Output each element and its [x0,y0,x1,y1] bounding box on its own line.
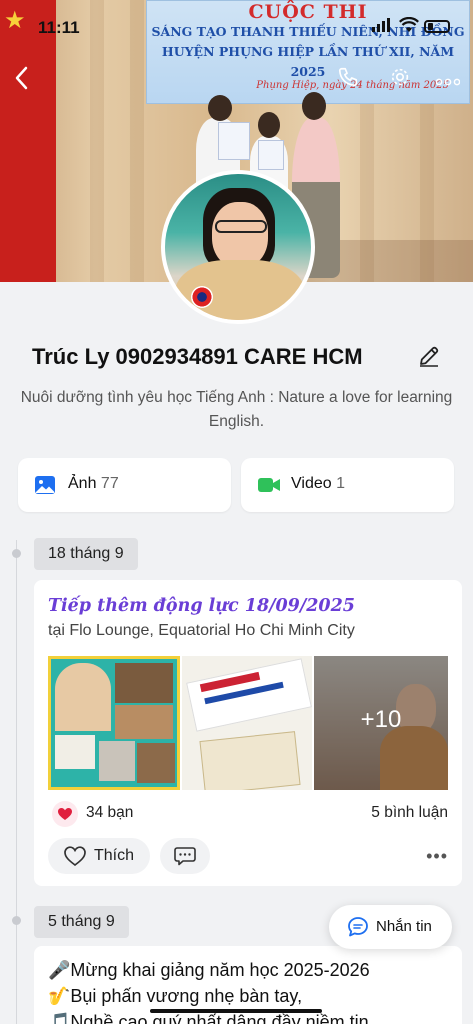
post-photo[interactable] [48,656,180,790]
certificate [218,122,250,160]
date-chip: 5 tháng 9 [34,906,129,938]
chat-bubble-icon [348,917,368,937]
message-label: Nhắn tin [376,918,432,935]
post-photo-more[interactable]: +10 [314,656,448,790]
more-photos-count: +10 [360,706,402,733]
phone-icon[interactable] [334,66,362,94]
post-text-line: 🎵Nghề cao quý nhất dâng đầy niềm tin [48,1012,369,1024]
certificate [258,140,284,170]
avatar-glasses [215,220,267,233]
post-photo[interactable] [182,656,312,790]
profile-avatar[interactable] [161,170,315,324]
photo-icon [35,476,55,494]
battery-icon [424,20,450,33]
comment-icon [174,847,196,866]
videos-label: Video 1 [291,475,345,492]
avatar-flower [191,286,213,308]
like-button[interactable]: Thích [48,838,150,874]
message-button[interactable]: Nhắn tin [329,905,452,949]
heart-outline-icon [64,846,86,867]
signal-icon [372,18,390,32]
comment-button[interactable] [160,838,210,874]
gear-icon[interactable] [386,66,414,94]
post-text-line: 🎷Bụi phấn vương nhẹ bàn tay, [48,986,303,1006]
more-icon[interactable] [434,66,462,94]
person-head [302,92,326,120]
heart-reaction-icon[interactable] [52,801,78,827]
post-more-icon[interactable]: ••• [426,846,448,867]
date-chip: 18 tháng 9 [34,538,138,570]
timeline-dot [12,916,21,925]
photos-button[interactable]: Ảnh 77 [18,458,231,512]
profile-name: Trúc Ly 0902934891 CARE HCM [32,344,363,369]
person-head [208,95,232,121]
videos-button[interactable]: Video 1 [241,458,454,512]
timeline-dot [12,549,21,558]
status-bar: 11:11 [0,0,473,52]
wifi-icon [399,17,419,32]
post-card[interactable]: Tiếp thêm động lực 18/09/2025 tại Flo Lo… [34,580,462,886]
reaction-count[interactable]: 34 bạn [86,804,133,822]
profile-bio: Nuôi dưỡng tình yêu học Tiếng Anh : Natu… [20,389,453,430]
edit-pencil-icon[interactable] [417,344,441,368]
comment-count[interactable]: 5 bình luận [371,804,448,822]
back-chevron-icon[interactable] [14,66,34,94]
avatar-face [212,202,268,268]
status-time: 11:11 [38,18,80,37]
post-title: Tiếp thêm động lực 18/09/2025 [48,596,355,616]
like-label: Thích [94,847,135,864]
timeline-line [16,540,17,1024]
home-indicator [150,1009,322,1013]
person-head [258,112,280,138]
post-text-line: 🎤Mừng khai giảng năm học 2025-2026 [48,960,370,980]
post-location[interactable]: tại Flo Lounge, Equatorial Ho Chi Minh C… [48,622,355,640]
photos-label: Ảnh 77 [68,475,119,492]
video-camera-icon [258,478,280,492]
